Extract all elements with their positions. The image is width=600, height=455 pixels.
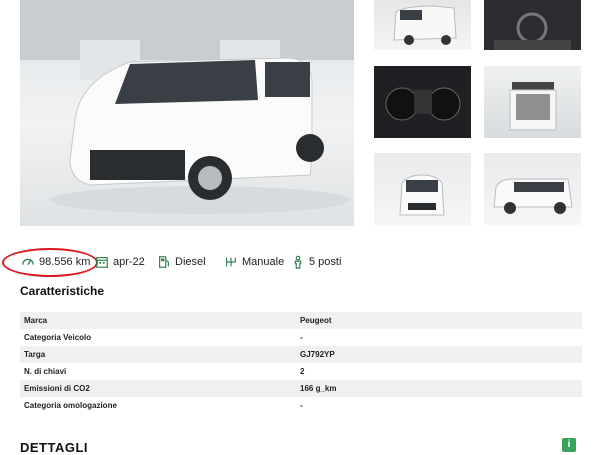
van-rear-image (393, 5, 457, 45)
feature-label: Categoria omologazione (24, 401, 117, 410)
feature-value: 166 g_km (296, 380, 582, 397)
fuel-pump-icon (159, 256, 169, 268)
person-icon (294, 255, 302, 269)
spec-transmission: Manuale (224, 250, 284, 274)
table-row: Emissioni di CO2 166 g_km (20, 380, 582, 397)
thumbnail-instrument-cluster[interactable] (374, 66, 471, 138)
registration-date: apr-22 (113, 256, 145, 268)
van-side-image (493, 178, 573, 214)
table-row: Marca Peugeot (20, 312, 582, 329)
mileage-value: 98.556 km (39, 256, 91, 268)
gauges-image (385, 87, 461, 121)
thumbnail-rear-three-quarter[interactable] (374, 0, 471, 50)
speedometer-icon (22, 258, 34, 265)
feature-value: - (300, 333, 303, 342)
van-front-image (399, 174, 445, 216)
thumbnail-open-rear[interactable] (484, 66, 581, 138)
feature-label: Marca (20, 312, 296, 329)
table-row: Targa GJ792YP (20, 346, 582, 363)
table-row: Categoria omologazione - (20, 397, 582, 414)
gearbox-icon (226, 257, 236, 267)
feature-label: N. di chiavi (24, 367, 67, 376)
thumbnail-side[interactable] (484, 153, 581, 225)
feature-value: Peugeot (296, 312, 582, 329)
table-row: N. di chiavi 2 (20, 363, 582, 380)
spec-mileage: 98.556 km (21, 250, 90, 274)
spec-seats: 5 posti (291, 250, 341, 274)
table-row: Categoria Veicolo - (20, 329, 582, 346)
quick-specs-bar: 98.556 km apr-22 Diesel Manuale 5 posti (0, 250, 600, 274)
spec-fuel: Diesel (157, 250, 206, 274)
features-table: Marca Peugeot Categoria Veicolo - Targa GJ792… (20, 312, 582, 414)
feature-value: 2 (300, 367, 305, 376)
details-heading: DETTAGLI (20, 440, 89, 455)
thumbnail-interior-dashboard[interactable] (484, 0, 581, 50)
spec-registration: apr-22 (95, 250, 145, 274)
open-tailgate-image (509, 82, 557, 131)
thumbnail-front[interactable] (374, 153, 471, 225)
features-heading: Caratteristiche (20, 284, 105, 298)
feature-value: - (300, 401, 303, 410)
feature-label: Emissioni di CO2 (20, 380, 296, 397)
feature-label: Categoria Veicolo (24, 333, 92, 342)
calendar-icon (96, 257, 108, 268)
main-vehicle-photo[interactable] (20, 0, 354, 226)
feature-label: Targa (20, 346, 296, 363)
steering-wheel-image (494, 12, 571, 50)
transmission-type: Manuale (242, 256, 285, 268)
van-illustration (20, 0, 354, 214)
feature-value: GJ792YP (296, 346, 582, 363)
seat-count: 5 posti (309, 256, 342, 268)
fuel-type: Diesel (175, 256, 206, 268)
